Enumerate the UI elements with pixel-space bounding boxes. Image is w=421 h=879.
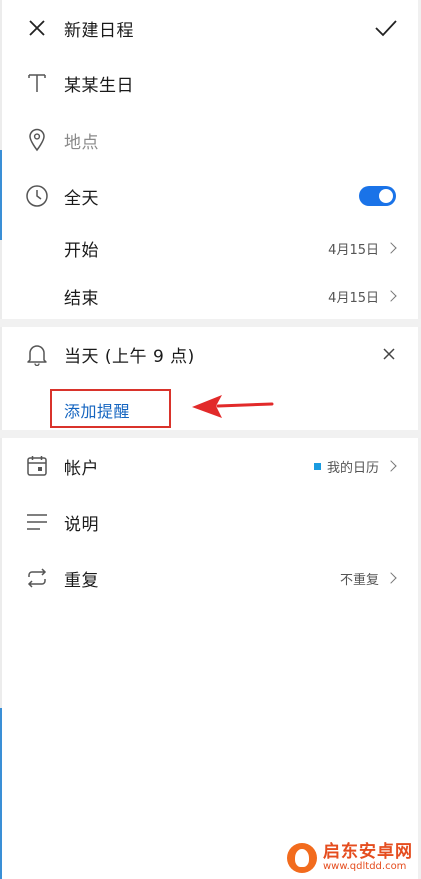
reminder-row: 当天 (上午 9 点) — [0, 334, 421, 374]
header: 新建日程 — [0, 8, 421, 48]
repeat-value: 不重复 — [339, 572, 379, 588]
remove-reminder-icon[interactable] — [381, 346, 397, 362]
start-date-value: 4月15日 — [328, 242, 379, 258]
end-row[interactable]: 结束 4月15日 — [0, 276, 421, 316]
section-divider — [0, 319, 421, 327]
repeat-icon — [24, 565, 50, 591]
left-edge-accent — [0, 708, 2, 879]
clock-icon — [24, 183, 50, 209]
start-date[interactable]: 4月15日 — [328, 239, 397, 258]
account-selector[interactable]: 我的日历 — [313, 457, 397, 476]
repeat-label: 重复 — [64, 570, 99, 591]
watermark: 启东安卓网 www.qdltdd.com — [287, 843, 413, 873]
reminder-label: 当天 (上午 9 点) — [64, 346, 195, 367]
add-reminder-button[interactable]: 添加提醒 — [64, 398, 130, 422]
account-label: 帐户 — [64, 458, 99, 479]
event-title-row[interactable]: 某某生日 — [0, 63, 421, 103]
chevron-right-icon — [385, 572, 397, 584]
calendar-color-dot — [313, 462, 321, 470]
repeat-selector[interactable]: 不重复 — [339, 569, 397, 588]
end-label: 结束 — [64, 288, 99, 309]
end-date-value: 4月15日 — [328, 290, 379, 306]
calendar-icon — [24, 453, 50, 479]
description-label: 说明 — [64, 514, 99, 535]
account-row[interactable]: 帐户 我的日历 — [0, 446, 421, 486]
notes-icon — [24, 509, 50, 535]
watermark-logo-icon — [287, 843, 317, 873]
all-day-label: 全天 — [64, 188, 99, 209]
start-label: 开始 — [64, 240, 99, 261]
page-title: 新建日程 — [64, 20, 134, 41]
description-row[interactable]: 说明 — [0, 502, 421, 542]
close-icon[interactable] — [24, 15, 50, 41]
all-day-toggle[interactable] — [359, 186, 396, 206]
start-row[interactable]: 开始 4月15日 — [0, 228, 421, 268]
watermark-url: www.qdltdd.com — [323, 860, 407, 872]
location-pin-icon — [24, 127, 50, 153]
bell-icon — [24, 341, 50, 367]
all-day-row: 全天 — [0, 176, 421, 216]
repeat-row[interactable]: 重复 不重复 — [0, 558, 421, 598]
chevron-right-icon — [385, 460, 397, 472]
chevron-right-icon — [385, 290, 397, 302]
text-icon — [24, 70, 50, 96]
check-icon[interactable] — [373, 15, 399, 41]
location-row[interactable]: 地点 — [0, 120, 421, 160]
end-date[interactable]: 4月15日 — [328, 287, 397, 306]
section-divider — [0, 430, 421, 438]
location-field[interactable]: 地点 — [64, 128, 99, 153]
event-title-field[interactable]: 某某生日 — [64, 71, 134, 96]
watermark-name: 启东安卓网 — [323, 841, 413, 862]
account-value: 我的日历 — [326, 460, 379, 476]
annotation-arrow — [192, 395, 274, 418]
chevron-right-icon — [385, 242, 397, 254]
